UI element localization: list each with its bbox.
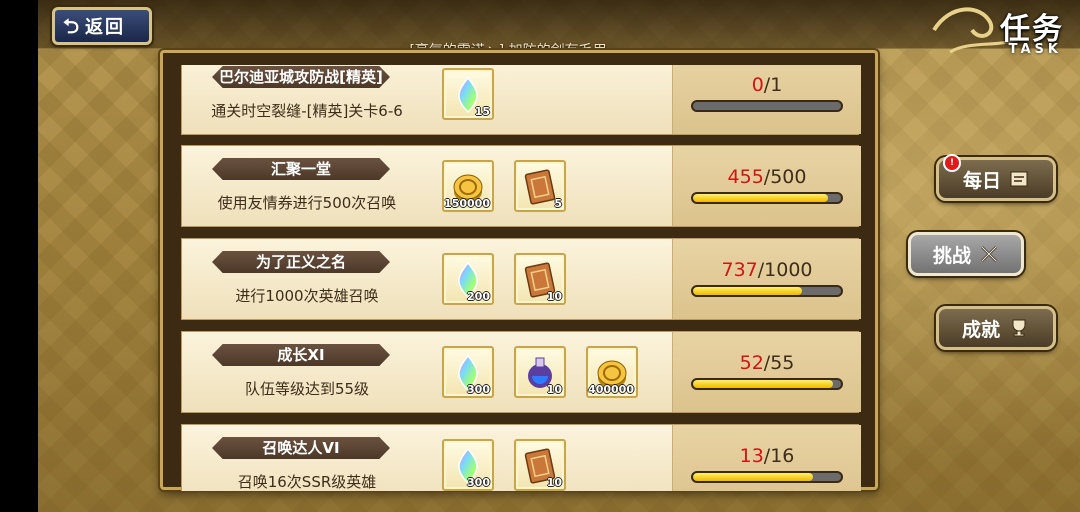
- progress-total: 500: [770, 166, 807, 188]
- task-description: 进行1000次英雄召唤: [235, 287, 379, 305]
- progress-total: 1: [770, 74, 783, 96]
- reward-item[interactable]: 300: [442, 439, 494, 491]
- reward-item[interactable]: 5: [514, 160, 566, 212]
- summon-ticket-icon: [524, 168, 556, 206]
- scroll-icon: [1010, 171, 1028, 187]
- task-title: 为了正义之名: [212, 251, 390, 273]
- progress-bar: [691, 471, 843, 483]
- tab-daily-label: 每日: [962, 169, 1001, 192]
- progress-current: 0: [751, 74, 764, 96]
- task-title: 成长XI: [212, 344, 390, 366]
- task-description: 通关时空裂缝-[精英]关卡6-6: [211, 102, 403, 120]
- reward-item[interactable]: 300: [442, 346, 494, 398]
- progress-area: 13/16: [672, 425, 861, 491]
- back-button[interactable]: ⮌ 返回: [52, 7, 152, 45]
- tab-challenge[interactable]: 挑战: [908, 232, 1024, 276]
- progress-fill: [693, 194, 828, 202]
- task-title: 汇聚一堂: [212, 158, 390, 180]
- back-label: 返回: [85, 17, 126, 38]
- progress-area: 737/1000: [672, 239, 861, 319]
- tab-achievement-label: 成就: [961, 318, 1000, 341]
- reward-count: 400000: [588, 383, 634, 396]
- progress-text: 737/1000: [673, 259, 861, 281]
- page-title-emblem: 任务 TASK: [930, 0, 1080, 70]
- task-description: 召唤16次SSR级英雄: [237, 473, 377, 491]
- reward-count: 15: [474, 105, 490, 118]
- reward-count: 5: [554, 197, 562, 210]
- progress-text: 13/16: [673, 445, 861, 467]
- reward-count: 300: [467, 383, 490, 396]
- reward-count: 300: [467, 476, 490, 489]
- task-title: 巴尔迪亚城攻防战[精英]: [212, 66, 390, 88]
- progress-bar: [691, 100, 843, 112]
- progress-current: 737: [721, 259, 758, 281]
- reward-item[interactable]: 10: [514, 253, 566, 305]
- progress-area: 0/1: [672, 65, 861, 134]
- progress-total: 55: [770, 352, 795, 374]
- task-description: 使用友情券进行500次召唤: [217, 194, 397, 212]
- progress-total: 16: [770, 445, 795, 467]
- task-list[interactable]: 巴尔迪亚城攻防战[精英] 通关时空裂缝-[精英]关卡6-6 15 0/1 汇聚一堂 使用友…: [181, 65, 861, 491]
- back-arrow-icon: ⮌: [63, 14, 80, 38]
- tab-daily[interactable]: ! 每日: [936, 154, 1056, 201]
- progress-text: 455/500: [673, 166, 861, 188]
- progress-current: 13: [739, 445, 764, 467]
- reward-item[interactable]: 10: [514, 439, 566, 491]
- progress-text: 52/55: [673, 352, 861, 374]
- tab-challenge-label: 挑战: [932, 244, 971, 267]
- page-title-en: TASK: [1008, 42, 1062, 57]
- reward-item[interactable]: 10: [514, 346, 566, 398]
- reward-count: 150000: [444, 197, 490, 210]
- reward-count: 10: [546, 290, 562, 303]
- task-row[interactable]: 召唤达人VI 召唤16次SSR级英雄 300 10 13/16: [181, 424, 861, 491]
- progress-bar: [691, 192, 843, 204]
- task-description: 队伍等级达到55级: [244, 380, 370, 398]
- task-row[interactable]: 汇聚一堂使用友情券进行500次召唤 150000 5 455/500: [181, 145, 861, 227]
- task-row[interactable]: 为了正义之名进行1000次英雄召唤 200 10 737/1000: [181, 238, 861, 320]
- task-screen: ⮌ 返回 [豪气的雷诺丶] 加防的剑有毛用 巴尔迪亚城攻防战[精英]通关时空裂缝…: [38, 0, 1080, 512]
- notification-badge: !: [943, 154, 961, 172]
- progress-current: 455: [727, 166, 764, 188]
- task-row[interactable]: 成长XI 队伍等级达到55级 300 10 400000 52/55: [181, 331, 861, 413]
- progress-total: 1000: [764, 259, 813, 281]
- reward-count: 200: [467, 290, 490, 303]
- progress-text: 0/1: [673, 74, 861, 96]
- progress-area: 455/500: [672, 146, 861, 226]
- task-title: 召唤达人VI: [212, 437, 390, 459]
- reward-item[interactable]: 15: [442, 68, 494, 120]
- reward-count: 10: [546, 476, 562, 489]
- tab-achievement[interactable]: 成就: [936, 306, 1056, 350]
- progress-fill: [693, 380, 833, 388]
- progress-bar: [691, 285, 843, 297]
- task-row[interactable]: 巴尔迪亚城攻防战[精英] 通关时空裂缝-[精英]关卡6-6 15 0/1: [181, 65, 861, 135]
- trophy-icon: [1012, 319, 1026, 337]
- reward-item[interactable]: 150000: [442, 160, 494, 212]
- progress-current: 52: [739, 352, 764, 374]
- reward-item[interactable]: 200: [442, 253, 494, 305]
- reward-item[interactable]: 400000: [586, 346, 638, 398]
- reward-count: 10: [546, 383, 562, 396]
- progress-bar: [691, 378, 843, 390]
- progress-fill: [693, 287, 803, 295]
- task-list-panel: 巴尔迪亚城攻防战[精英] 通关时空裂缝-[精英]关卡6-6 15 0/1 汇聚一堂 使用友…: [160, 50, 878, 491]
- progress-fill: [693, 473, 814, 481]
- progress-area: 52/55: [672, 332, 861, 412]
- crossed-swords-icon: [981, 246, 997, 262]
